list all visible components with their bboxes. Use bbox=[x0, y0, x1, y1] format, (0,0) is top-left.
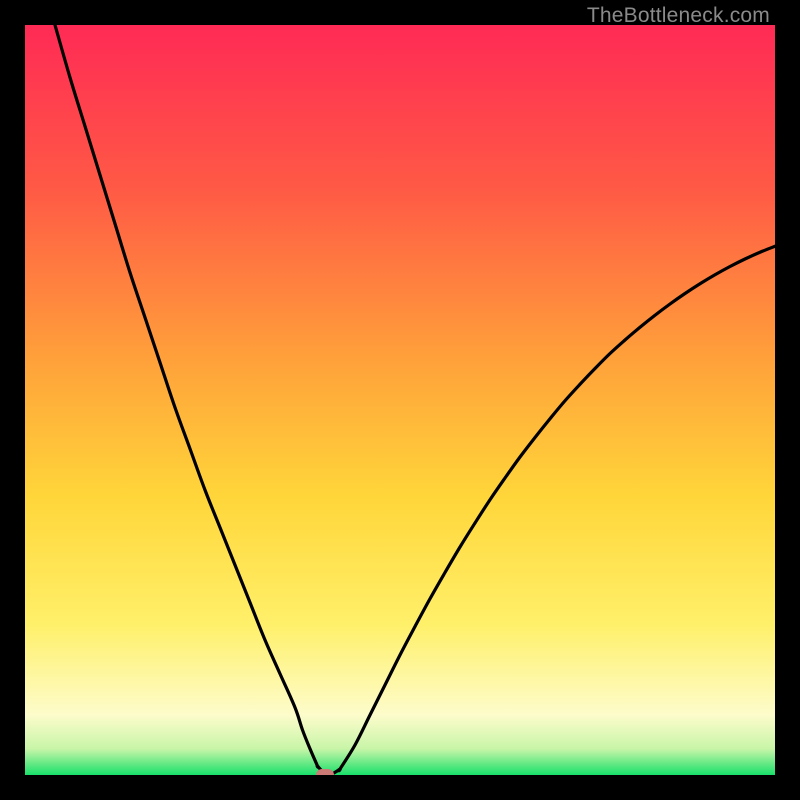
minimum-marker bbox=[316, 769, 334, 775]
watermark-text: TheBottleneck.com bbox=[587, 4, 770, 28]
chart-frame bbox=[25, 25, 775, 775]
plot-area bbox=[25, 25, 775, 775]
bottleneck-curve bbox=[25, 25, 775, 775]
